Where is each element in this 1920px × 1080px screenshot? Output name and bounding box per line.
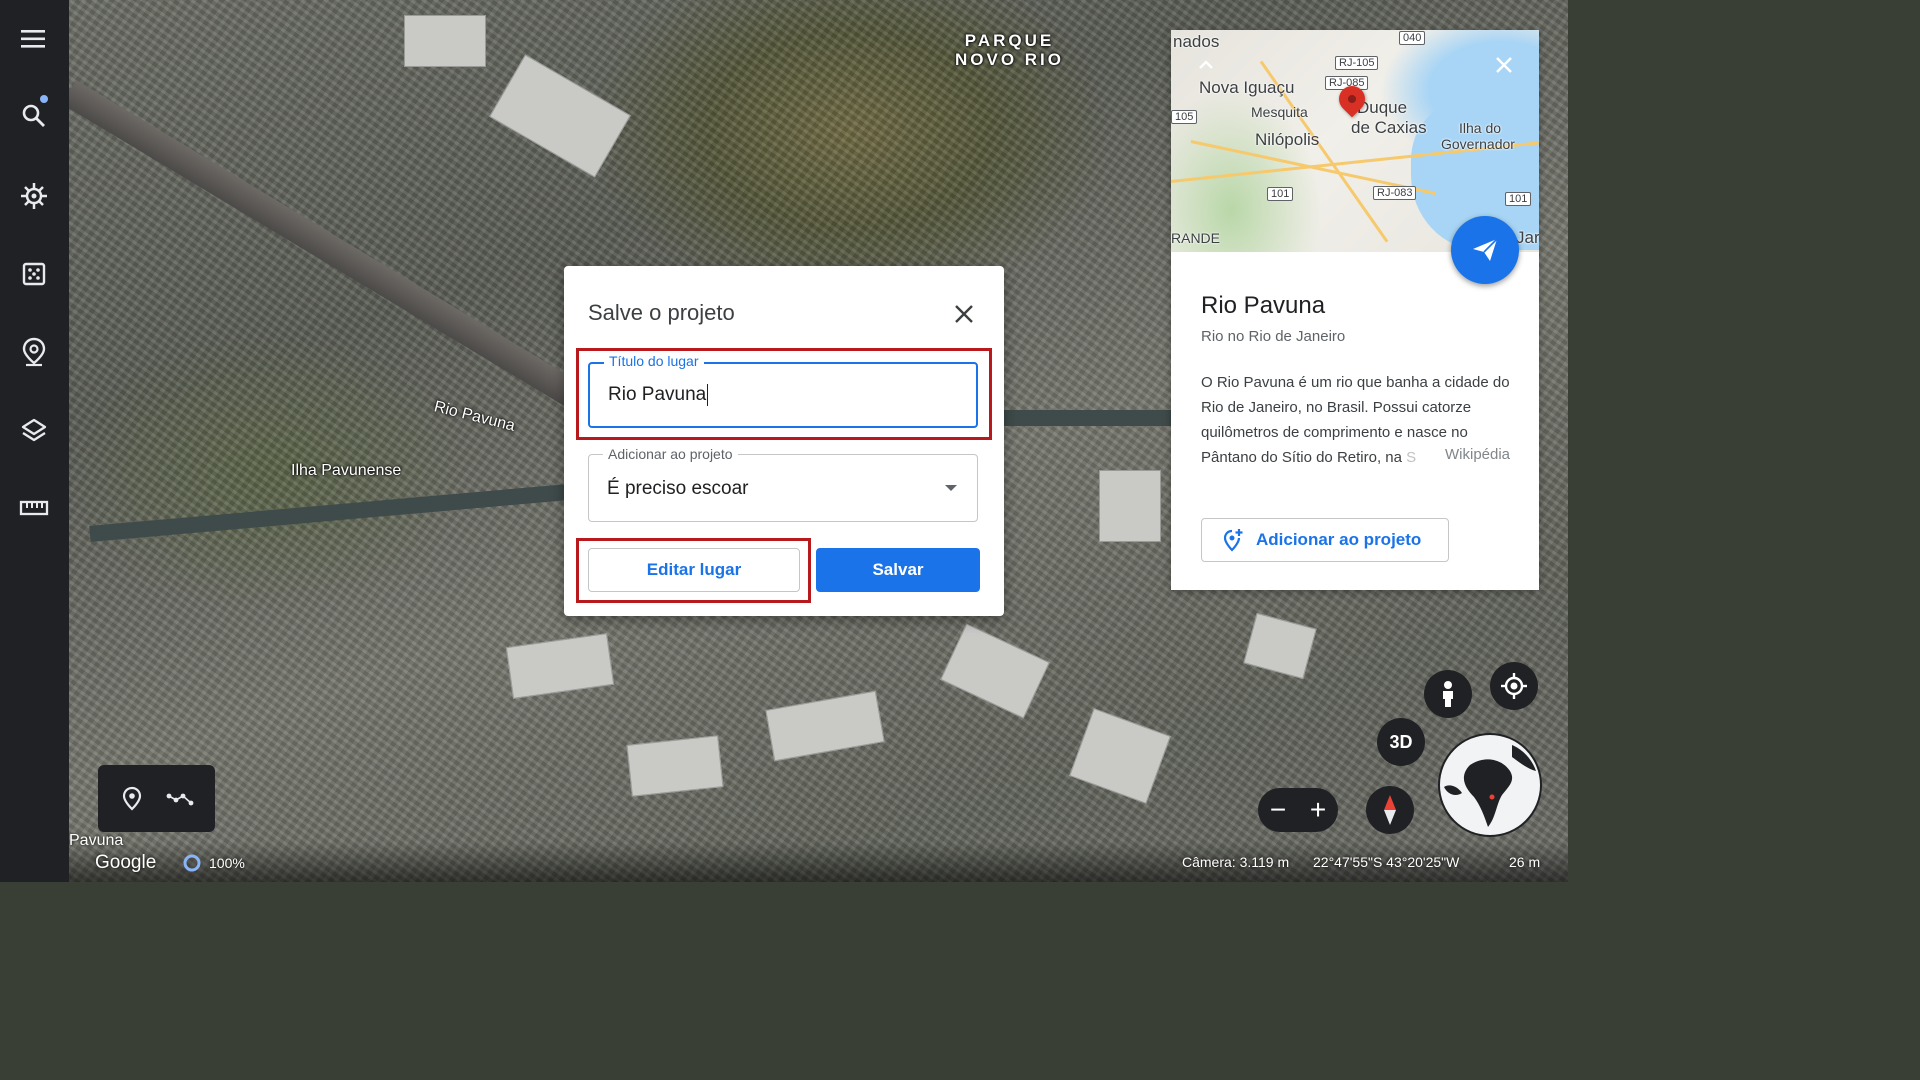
streaming-percent: 100% bbox=[209, 855, 245, 871]
camera-altitude: Câmera: 3.119 m bbox=[1182, 854, 1290, 870]
streaming-indicator: 100% bbox=[183, 854, 245, 872]
text-caret bbox=[707, 384, 709, 406]
building bbox=[626, 735, 724, 797]
projects-icon bbox=[22, 337, 46, 367]
road-shield: RJ-105 bbox=[1335, 56, 1379, 70]
road-shield: 105 bbox=[1171, 110, 1198, 124]
minimap-label: RANDE bbox=[1171, 230, 1221, 246]
drawing-tools bbox=[98, 765, 215, 832]
close-icon bbox=[955, 305, 973, 323]
add-placemark-button[interactable] bbox=[116, 783, 148, 815]
project-select-value: É preciso escoar bbox=[607, 478, 749, 499]
path-icon bbox=[166, 793, 194, 806]
compass-button[interactable] bbox=[1366, 786, 1414, 834]
card-close-button[interactable] bbox=[1491, 52, 1517, 78]
toggle-3d-button[interactable]: 3D bbox=[1377, 718, 1425, 766]
dropdown-arrow-icon bbox=[945, 485, 957, 491]
minimap-label: Nova Iguaçu bbox=[1199, 78, 1295, 97]
add-to-project-button[interactable]: Adicionar ao projeto bbox=[1201, 518, 1449, 562]
menu-icon bbox=[21, 30, 45, 48]
share-fab-button[interactable] bbox=[1451, 216, 1519, 284]
place-title: Rio Pavuna bbox=[1201, 292, 1326, 319]
save-button[interactable]: Salvar bbox=[816, 548, 980, 592]
project-select[interactable]: Adicionar ao projeto É preciso escoar bbox=[588, 446, 978, 522]
pegman-icon bbox=[1443, 681, 1453, 707]
send-icon bbox=[1473, 238, 1498, 261]
google-logo: Google bbox=[95, 852, 157, 873]
placemark-icon bbox=[122, 786, 142, 811]
scale-readout: 26 m bbox=[1509, 854, 1541, 870]
left-toolbar bbox=[0, 0, 69, 882]
dialog-title: Salve o projeto bbox=[588, 300, 735, 325]
globe-icon bbox=[1444, 745, 1536, 827]
close-icon bbox=[1496, 57, 1512, 73]
projects-button[interactable] bbox=[14, 332, 54, 372]
layers-icon bbox=[21, 418, 47, 442]
map-label-parque-novo-rio: PARQUE NOVO RIO bbox=[955, 31, 1065, 69]
status-bar: Google 100% Câmera: 3.119 m 22°47'55"S 4… bbox=[69, 842, 1568, 882]
add-to-project-label: Adicionar ao projeto bbox=[1256, 530, 1422, 549]
place-title-input[interactable]: Rio Pavuna bbox=[608, 384, 709, 406]
measure-button[interactable] bbox=[14, 488, 54, 528]
minimap-label: Mesquita bbox=[1251, 104, 1308, 120]
minimap-label: Jar bbox=[1516, 228, 1539, 247]
road-shield: 101 bbox=[1267, 187, 1294, 201]
minimap-label: Governador bbox=[1441, 136, 1515, 152]
save-project-dialog: Salve o projeto Título do lugar Rio Pavu… bbox=[564, 266, 1004, 616]
notification-dot bbox=[40, 95, 48, 103]
minimap-label: de Caxias bbox=[1351, 118, 1427, 137]
minimap-label: nados bbox=[1173, 32, 1220, 51]
place-subtitle: Rio no Rio de Janeiro bbox=[1201, 328, 1346, 345]
voyager-button[interactable] bbox=[14, 176, 54, 216]
road-shield: 040 bbox=[1399, 31, 1426, 45]
streaming-ring-icon bbox=[183, 854, 201, 872]
zoom-in-button[interactable]: + bbox=[1298, 788, 1338, 832]
wikipedia-link[interactable]: Wikipédia bbox=[1441, 446, 1511, 463]
add-location-icon bbox=[1223, 529, 1243, 552]
add-path-button[interactable] bbox=[164, 783, 196, 815]
road-shield: RJ-083 bbox=[1373, 186, 1417, 200]
my-location-button[interactable] bbox=[1490, 662, 1538, 710]
search-button[interactable] bbox=[14, 95, 54, 136]
place-title-value: Rio Pavuna bbox=[608, 384, 707, 406]
minimap-label: Nilópolis bbox=[1255, 130, 1320, 149]
feeling-lucky-button[interactable] bbox=[14, 254, 54, 294]
my-location-icon bbox=[1501, 673, 1527, 699]
place-title-label: Título do lugar bbox=[604, 353, 704, 369]
street-view-button[interactable] bbox=[1424, 670, 1472, 718]
map-label-ilha-pavunense: Ilha Pavunense bbox=[291, 462, 402, 479]
place-card: nados Nova Iguaçu Mesquita Nilópolis Duq… bbox=[1171, 30, 1539, 590]
zoom-controls: − + bbox=[1258, 788, 1338, 832]
building bbox=[1099, 470, 1161, 542]
description-fade: S bbox=[1406, 449, 1417, 466]
road-shield: 101 bbox=[1505, 192, 1532, 206]
dice-icon bbox=[22, 262, 46, 286]
minimap-label: Ilha do bbox=[1459, 120, 1502, 136]
place-title-field[interactable]: Título do lugar Rio Pavuna bbox=[588, 353, 978, 428]
project-select-label: Adicionar ao projeto bbox=[603, 446, 738, 462]
zoom-out-button[interactable]: − bbox=[1258, 788, 1298, 832]
map-style-button[interactable] bbox=[14, 410, 54, 450]
chevron-up-icon bbox=[1199, 60, 1213, 69]
globe-overview-button[interactable] bbox=[1440, 735, 1540, 835]
menu-button[interactable] bbox=[14, 19, 54, 59]
card-collapse-button[interactable] bbox=[1193, 52, 1219, 78]
ruler-icon bbox=[19, 500, 49, 516]
building bbox=[404, 15, 486, 67]
edit-place-button[interactable]: Editar lugar bbox=[588, 548, 800, 592]
dialog-close-button[interactable] bbox=[950, 300, 978, 328]
search-icon bbox=[22, 104, 45, 127]
voyager-icon bbox=[21, 183, 47, 209]
compass-icon bbox=[1384, 795, 1396, 825]
cursor-coordinates: 22°47'55"S 43°20'25"W bbox=[1313, 854, 1460, 870]
